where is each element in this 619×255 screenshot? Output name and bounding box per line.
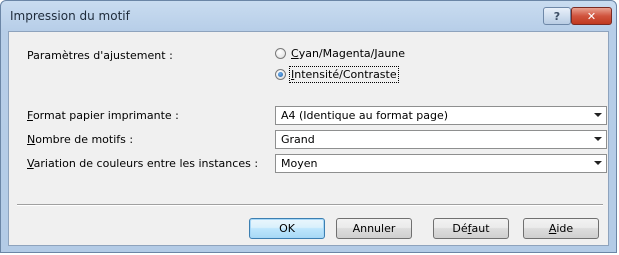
- default-button[interactable]: Défaut: [433, 218, 509, 239]
- radio-intensity-contrast[interactable]: Intensité/Contraste: [275, 66, 399, 83]
- radio-circle-icon: [275, 48, 286, 59]
- color-variation-label: Variation de couleurs entre les instance…: [27, 157, 259, 170]
- color-variation-select[interactable]: Moyen: [275, 154, 607, 173]
- pattern-count-value: Grand: [281, 133, 315, 146]
- dialog-content: Paramètres d'ajustement : Cyan/Magenta/J…: [8, 31, 609, 246]
- window-title: Impression du motif: [10, 9, 130, 23]
- default-button-label: Défaut: [452, 222, 490, 235]
- chevron-down-icon: [594, 113, 602, 117]
- ok-button-label: OK: [279, 222, 295, 235]
- chevron-down-icon: [594, 137, 602, 141]
- close-button[interactable]: ✕: [571, 7, 612, 25]
- paper-format-value: A4 (Identique au format page): [281, 109, 449, 122]
- help-button[interactable]: Aide: [523, 218, 599, 239]
- radio-cyan-magenta-yellow-label: Cyan/Magenta/Jaune: [291, 47, 406, 60]
- pattern-count-select[interactable]: Grand: [275, 130, 607, 149]
- paper-format-label: Format papier imprimante :: [27, 109, 179, 122]
- adjustment-settings-label: Paramètres d'ajustement :: [27, 49, 173, 62]
- dialog-window: Impression du motif ? ✕ Paramètres d'aju…: [0, 0, 617, 253]
- color-variation-value: Moyen: [281, 157, 318, 170]
- radio-intensity-contrast-label: Intensité/Contraste: [289, 66, 399, 83]
- cancel-button-label: Annuler: [352, 222, 396, 235]
- help-button-label: Aide: [548, 222, 574, 235]
- title-bar[interactable]: Impression du motif ? ✕: [1, 1, 616, 31]
- cancel-button[interactable]: Annuler: [336, 218, 412, 239]
- radio-circle-checked-icon: [275, 69, 286, 80]
- separator-line: [17, 204, 603, 206]
- paper-format-select[interactable]: A4 (Identique au format page): [275, 106, 607, 125]
- help-title-button[interactable]: ?: [543, 7, 571, 25]
- radio-cyan-magenta-yellow[interactable]: Cyan/Magenta/Jaune: [275, 47, 405, 60]
- close-icon: ✕: [586, 9, 597, 23]
- ok-button[interactable]: OK: [249, 218, 325, 239]
- pattern-count-label: Nombre de motifs :: [27, 133, 134, 146]
- question-mark-icon: ?: [553, 9, 561, 23]
- chevron-down-icon: [594, 161, 602, 165]
